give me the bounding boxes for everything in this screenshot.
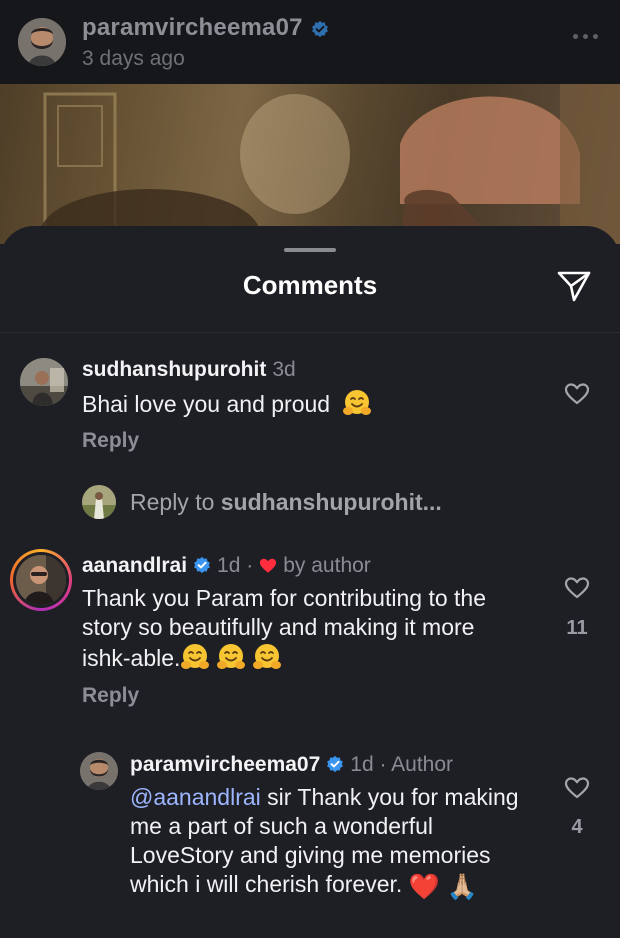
- sheet-divider: [0, 332, 620, 333]
- mention-link[interactable]: @aanandlrai: [130, 784, 261, 810]
- post-username[interactable]: paramvircheema07: [82, 14, 303, 42]
- comment-time: 1d · Author: [350, 753, 454, 776]
- hugging-face-emoji-icon: [217, 644, 246, 669]
- like-count: 11: [566, 617, 588, 639]
- liked-by-author-heart-icon: [260, 558, 277, 573]
- story-ring[interactable]: [10, 549, 72, 611]
- comment-username[interactable]: paramvircheema07: [130, 753, 320, 777]
- view-replies-link[interactable]: Reply to sudhanshupurohit...: [82, 485, 442, 519]
- post-avatar[interactable]: [18, 18, 66, 66]
- comment-header: paramvircheema07 1d · Author: [130, 753, 453, 777]
- post-timestamp: 3 days ago: [82, 47, 185, 70]
- comment-time: 3d: [272, 358, 296, 381]
- liked-by-author-label: by author: [283, 554, 371, 577]
- comment-text: @aanandlrai sir Thank you for making me …: [130, 783, 530, 900]
- like-count: 4: [571, 816, 583, 838]
- heart-pray-emoji: ❤️ 🙏🏼: [408, 873, 478, 901]
- comment-username[interactable]: sudhanshupurohit: [82, 358, 266, 382]
- verified-badge-icon: [194, 556, 210, 574]
- heart-outline-icon[interactable]: [564, 382, 590, 406]
- hugging-face-emoji-icon: [181, 644, 210, 669]
- verified-badge-icon: [327, 755, 344, 773]
- comment-body: Thank you Param for contributing to the …: [82, 585, 486, 671]
- comments-sheet: Comments sudhanshupurohit 3d Bhai love y…: [0, 226, 620, 938]
- heart-outline-icon[interactable]: [564, 776, 590, 800]
- post-header: paramvircheema07 3 days ago: [0, 0, 620, 84]
- comment-avatar[interactable]: [20, 358, 68, 406]
- comment-text: Bhai love you and proud: [82, 388, 542, 419]
- hugging-face-emoji-icon: [253, 644, 282, 669]
- sheet-title: Comments: [242, 270, 378, 300]
- post-image: [0, 84, 620, 244]
- post-user: paramvircheema07: [82, 14, 329, 42]
- heart-outline-icon[interactable]: [564, 576, 590, 600]
- comment-header: aanandlrai 1d · by author: [82, 554, 371, 578]
- hugging-face-emoji-icon: [343, 390, 372, 415]
- view-replies-prefix: Reply to: [130, 488, 221, 515]
- comment-text: Thank you Param for contributing to the …: [82, 584, 522, 673]
- more-options-icon[interactable]: [573, 28, 598, 45]
- comment-avatar: [16, 555, 66, 605]
- comment-username[interactable]: aanandlrai: [82, 554, 187, 578]
- view-replies-username: sudhanshupurohit...: [220, 488, 442, 515]
- comment-avatar[interactable]: [80, 752, 118, 790]
- reply-button[interactable]: Reply: [82, 429, 139, 453]
- comment-header: sudhanshupurohit 3d: [82, 358, 296, 382]
- verified-badge-icon: [311, 20, 328, 38]
- view-replies-text: Reply to sudhanshupurohit...: [130, 489, 442, 516]
- screen: paramvircheema07 3 days ago Comments sud…: [0, 0, 620, 938]
- share-send-icon[interactable]: [556, 268, 592, 304]
- comment-time: 1d ·: [217, 554, 254, 577]
- reply-button[interactable]: Reply: [82, 684, 139, 708]
- reply-preview-avatar: [82, 485, 116, 519]
- comment-body: Bhai love you and proud: [82, 391, 331, 417]
- sheet-drag-handle[interactable]: [284, 248, 336, 252]
